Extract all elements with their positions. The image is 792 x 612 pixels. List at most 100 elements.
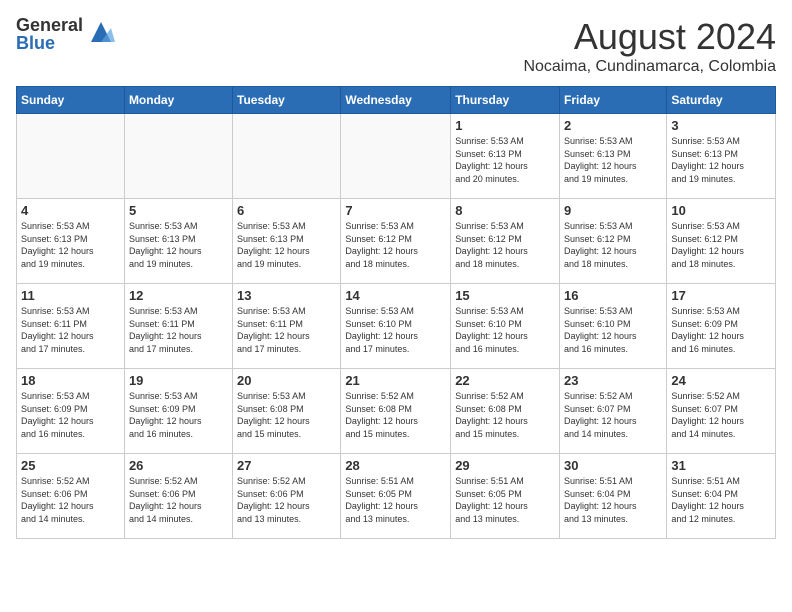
day-info: Sunrise: 5:53 AM Sunset: 6:13 PM Dayligh… bbox=[129, 220, 228, 270]
day-number: 11 bbox=[21, 288, 120, 303]
day-info: Sunrise: 5:53 AM Sunset: 6:12 PM Dayligh… bbox=[345, 220, 446, 270]
calendar-week-row: 4 Sunrise: 5:53 AM Sunset: 6:13 PM Daylig… bbox=[17, 199, 776, 284]
title-section: August 2024 Nocaima, Cundinamarca, Colom… bbox=[523, 16, 776, 76]
day-info: Sunrise: 5:53 AM Sunset: 6:09 PM Dayligh… bbox=[129, 390, 228, 440]
calendar-week-row: 1Sunrise: 5:53 AM Sunset: 6:13 PM Daylig… bbox=[17, 114, 776, 199]
calendar-day-cell: 10Sunrise: 5:53 AM Sunset: 6:12 PM Dayli… bbox=[667, 199, 776, 284]
calendar-day-cell: 20 Sunrise: 5:53 AM Sunset: 6:08 PM Dayli… bbox=[233, 369, 341, 454]
calendar-day-cell bbox=[124, 114, 232, 199]
calendar-day-cell: 5 Sunrise: 5:53 AM Sunset: 6:13 PM Daylig… bbox=[124, 199, 232, 284]
day-info: Sunrise: 5:53 AM Sunset: 6:11 PM Dayligh… bbox=[237, 305, 336, 355]
calendar-day-header: Wednesday bbox=[341, 87, 451, 114]
day-info: Sunrise: 5:52 AM Sunset: 6:07 PM Dayligh… bbox=[671, 390, 771, 440]
calendar-day-cell: 3Sunrise: 5:53 AM Sunset: 6:13 PM Daylig… bbox=[667, 114, 776, 199]
day-info: Sunrise: 5:53 AM Sunset: 6:10 PM Dayligh… bbox=[345, 305, 446, 355]
day-number: 2 bbox=[564, 118, 662, 133]
calendar-header-row: SundayMondayTuesdayWednesdayThursdayFrid… bbox=[17, 87, 776, 114]
day-info: Sunrise: 5:53 AM Sunset: 6:11 PM Dayligh… bbox=[129, 305, 228, 355]
day-info: Sunrise: 5:53 AM Sunset: 6:13 PM Dayligh… bbox=[455, 135, 555, 185]
calendar-day-header: Thursday bbox=[451, 87, 560, 114]
day-info: Sunrise: 5:51 AM Sunset: 6:04 PM Dayligh… bbox=[671, 475, 771, 525]
calendar-day-cell: 12 Sunrise: 5:53 AM Sunset: 6:11 PM Dayli… bbox=[124, 284, 232, 369]
day-number: 23 bbox=[564, 373, 662, 388]
calendar-day-cell: 8 Sunrise: 5:53 AM Sunset: 6:12 PM Daylig… bbox=[451, 199, 560, 284]
calendar-table: SundayMondayTuesdayWednesdayThursdayFrid… bbox=[16, 86, 776, 539]
day-number: 26 bbox=[129, 458, 228, 473]
calendar-day-cell bbox=[17, 114, 125, 199]
day-info: Sunrise: 5:53 AM Sunset: 6:13 PM Dayligh… bbox=[237, 220, 336, 270]
day-info: Sunrise: 5:51 AM Sunset: 6:05 PM Dayligh… bbox=[345, 475, 446, 525]
calendar-day-cell: 29 Sunrise: 5:51 AM Sunset: 6:05 PM Dayli… bbox=[451, 454, 560, 539]
day-info: Sunrise: 5:53 AM Sunset: 6:09 PM Dayligh… bbox=[21, 390, 120, 440]
calendar-day-cell: 2 Sunrise: 5:53 AM Sunset: 6:13 PM Daylig… bbox=[560, 114, 667, 199]
day-number: 14 bbox=[345, 288, 446, 303]
calendar-week-row: 25 Sunrise: 5:52 AM Sunset: 6:06 PM Dayli… bbox=[17, 454, 776, 539]
day-number: 30 bbox=[564, 458, 662, 473]
calendar-day-cell: 6 Sunrise: 5:53 AM Sunset: 6:13 PM Daylig… bbox=[233, 199, 341, 284]
day-info: Sunrise: 5:52 AM Sunset: 6:07 PM Dayligh… bbox=[564, 390, 662, 440]
day-number: 6 bbox=[237, 203, 336, 218]
day-info: Sunrise: 5:53 AM Sunset: 6:09 PM Dayligh… bbox=[671, 305, 771, 355]
calendar-day-header: Monday bbox=[124, 87, 232, 114]
calendar-week-row: 18Sunrise: 5:53 AM Sunset: 6:09 PM Dayli… bbox=[17, 369, 776, 454]
calendar-day-cell: 14 Sunrise: 5:53 AM Sunset: 6:10 PM Dayli… bbox=[341, 284, 451, 369]
calendar-day-cell bbox=[341, 114, 451, 199]
logo-blue-text: Blue bbox=[16, 34, 83, 52]
calendar-day-cell: 15Sunrise: 5:53 AM Sunset: 6:10 PM Dayli… bbox=[451, 284, 560, 369]
page-title: August 2024 bbox=[523, 16, 776, 58]
day-number: 5 bbox=[129, 203, 228, 218]
calendar-day-cell: 26 Sunrise: 5:52 AM Sunset: 6:06 PM Dayli… bbox=[124, 454, 232, 539]
calendar-week-row: 11 Sunrise: 5:53 AM Sunset: 6:11 PM Dayli… bbox=[17, 284, 776, 369]
calendar-day-cell: 22 Sunrise: 5:52 AM Sunset: 6:08 PM Dayli… bbox=[451, 369, 560, 454]
logo-icon bbox=[87, 18, 115, 46]
day-number: 19 bbox=[129, 373, 228, 388]
day-number: 8 bbox=[455, 203, 555, 218]
day-info: Sunrise: 5:52 AM Sunset: 6:06 PM Dayligh… bbox=[21, 475, 120, 525]
calendar-day-cell: 18Sunrise: 5:53 AM Sunset: 6:09 PM Dayli… bbox=[17, 369, 125, 454]
calendar-day-header: Friday bbox=[560, 87, 667, 114]
day-number: 20 bbox=[237, 373, 336, 388]
day-number: 25 bbox=[21, 458, 120, 473]
day-number: 22 bbox=[455, 373, 555, 388]
calendar-day-cell: 16 Sunrise: 5:53 AM Sunset: 6:10 PM Dayli… bbox=[560, 284, 667, 369]
day-number: 21 bbox=[345, 373, 446, 388]
day-info: Sunrise: 5:53 AM Sunset: 6:13 PM Dayligh… bbox=[564, 135, 662, 185]
calendar-day-cell bbox=[233, 114, 341, 199]
day-info: Sunrise: 5:53 AM Sunset: 6:08 PM Dayligh… bbox=[237, 390, 336, 440]
day-number: 31 bbox=[671, 458, 771, 473]
day-info: Sunrise: 5:53 AM Sunset: 6:12 PM Dayligh… bbox=[671, 220, 771, 270]
day-number: 13 bbox=[237, 288, 336, 303]
day-info: Sunrise: 5:51 AM Sunset: 6:05 PM Dayligh… bbox=[455, 475, 555, 525]
calendar-day-cell: 25 Sunrise: 5:52 AM Sunset: 6:06 PM Dayli… bbox=[17, 454, 125, 539]
logo-general-text: General bbox=[16, 16, 83, 34]
day-info: Sunrise: 5:53 AM Sunset: 6:10 PM Dayligh… bbox=[564, 305, 662, 355]
day-info: Sunrise: 5:52 AM Sunset: 6:06 PM Dayligh… bbox=[129, 475, 228, 525]
day-info: Sunrise: 5:51 AM Sunset: 6:04 PM Dayligh… bbox=[564, 475, 662, 525]
calendar-day-cell: 27 Sunrise: 5:52 AM Sunset: 6:06 PM Dayli… bbox=[233, 454, 341, 539]
day-info: Sunrise: 5:53 AM Sunset: 6:13 PM Dayligh… bbox=[671, 135, 771, 185]
calendar-day-cell: 19 Sunrise: 5:53 AM Sunset: 6:09 PM Dayli… bbox=[124, 369, 232, 454]
day-info: Sunrise: 5:53 AM Sunset: 6:12 PM Dayligh… bbox=[455, 220, 555, 270]
calendar-day-header: Tuesday bbox=[233, 87, 341, 114]
calendar-day-cell: 21Sunrise: 5:52 AM Sunset: 6:08 PM Dayli… bbox=[341, 369, 451, 454]
day-number: 27 bbox=[237, 458, 336, 473]
day-info: Sunrise: 5:53 AM Sunset: 6:13 PM Dayligh… bbox=[21, 220, 120, 270]
calendar-day-header: Saturday bbox=[667, 87, 776, 114]
calendar-day-cell: 31 Sunrise: 5:51 AM Sunset: 6:04 PM Dayli… bbox=[667, 454, 776, 539]
day-number: 16 bbox=[564, 288, 662, 303]
calendar-day-cell: 28Sunrise: 5:51 AM Sunset: 6:05 PM Dayli… bbox=[341, 454, 451, 539]
calendar-day-cell: 1Sunrise: 5:53 AM Sunset: 6:13 PM Daylig… bbox=[451, 114, 560, 199]
day-info: Sunrise: 5:52 AM Sunset: 6:06 PM Dayligh… bbox=[237, 475, 336, 525]
day-info: Sunrise: 5:53 AM Sunset: 6:11 PM Dayligh… bbox=[21, 305, 120, 355]
day-info: Sunrise: 5:52 AM Sunset: 6:08 PM Dayligh… bbox=[455, 390, 555, 440]
calendar-day-cell: 9Sunrise: 5:53 AM Sunset: 6:12 PM Daylig… bbox=[560, 199, 667, 284]
day-number: 4 bbox=[21, 203, 120, 218]
day-number: 12 bbox=[129, 288, 228, 303]
day-number: 29 bbox=[455, 458, 555, 473]
day-number: 7 bbox=[345, 203, 446, 218]
calendar-day-cell: 11 Sunrise: 5:53 AM Sunset: 6:11 PM Dayli… bbox=[17, 284, 125, 369]
calendar-day-cell: 30 Sunrise: 5:51 AM Sunset: 6:04 PM Dayli… bbox=[560, 454, 667, 539]
calendar-day-cell: 17Sunrise: 5:53 AM Sunset: 6:09 PM Dayli… bbox=[667, 284, 776, 369]
page-header: General Blue August 2024 Nocaima, Cundin… bbox=[16, 16, 776, 76]
calendar-day-header: Sunday bbox=[17, 87, 125, 114]
